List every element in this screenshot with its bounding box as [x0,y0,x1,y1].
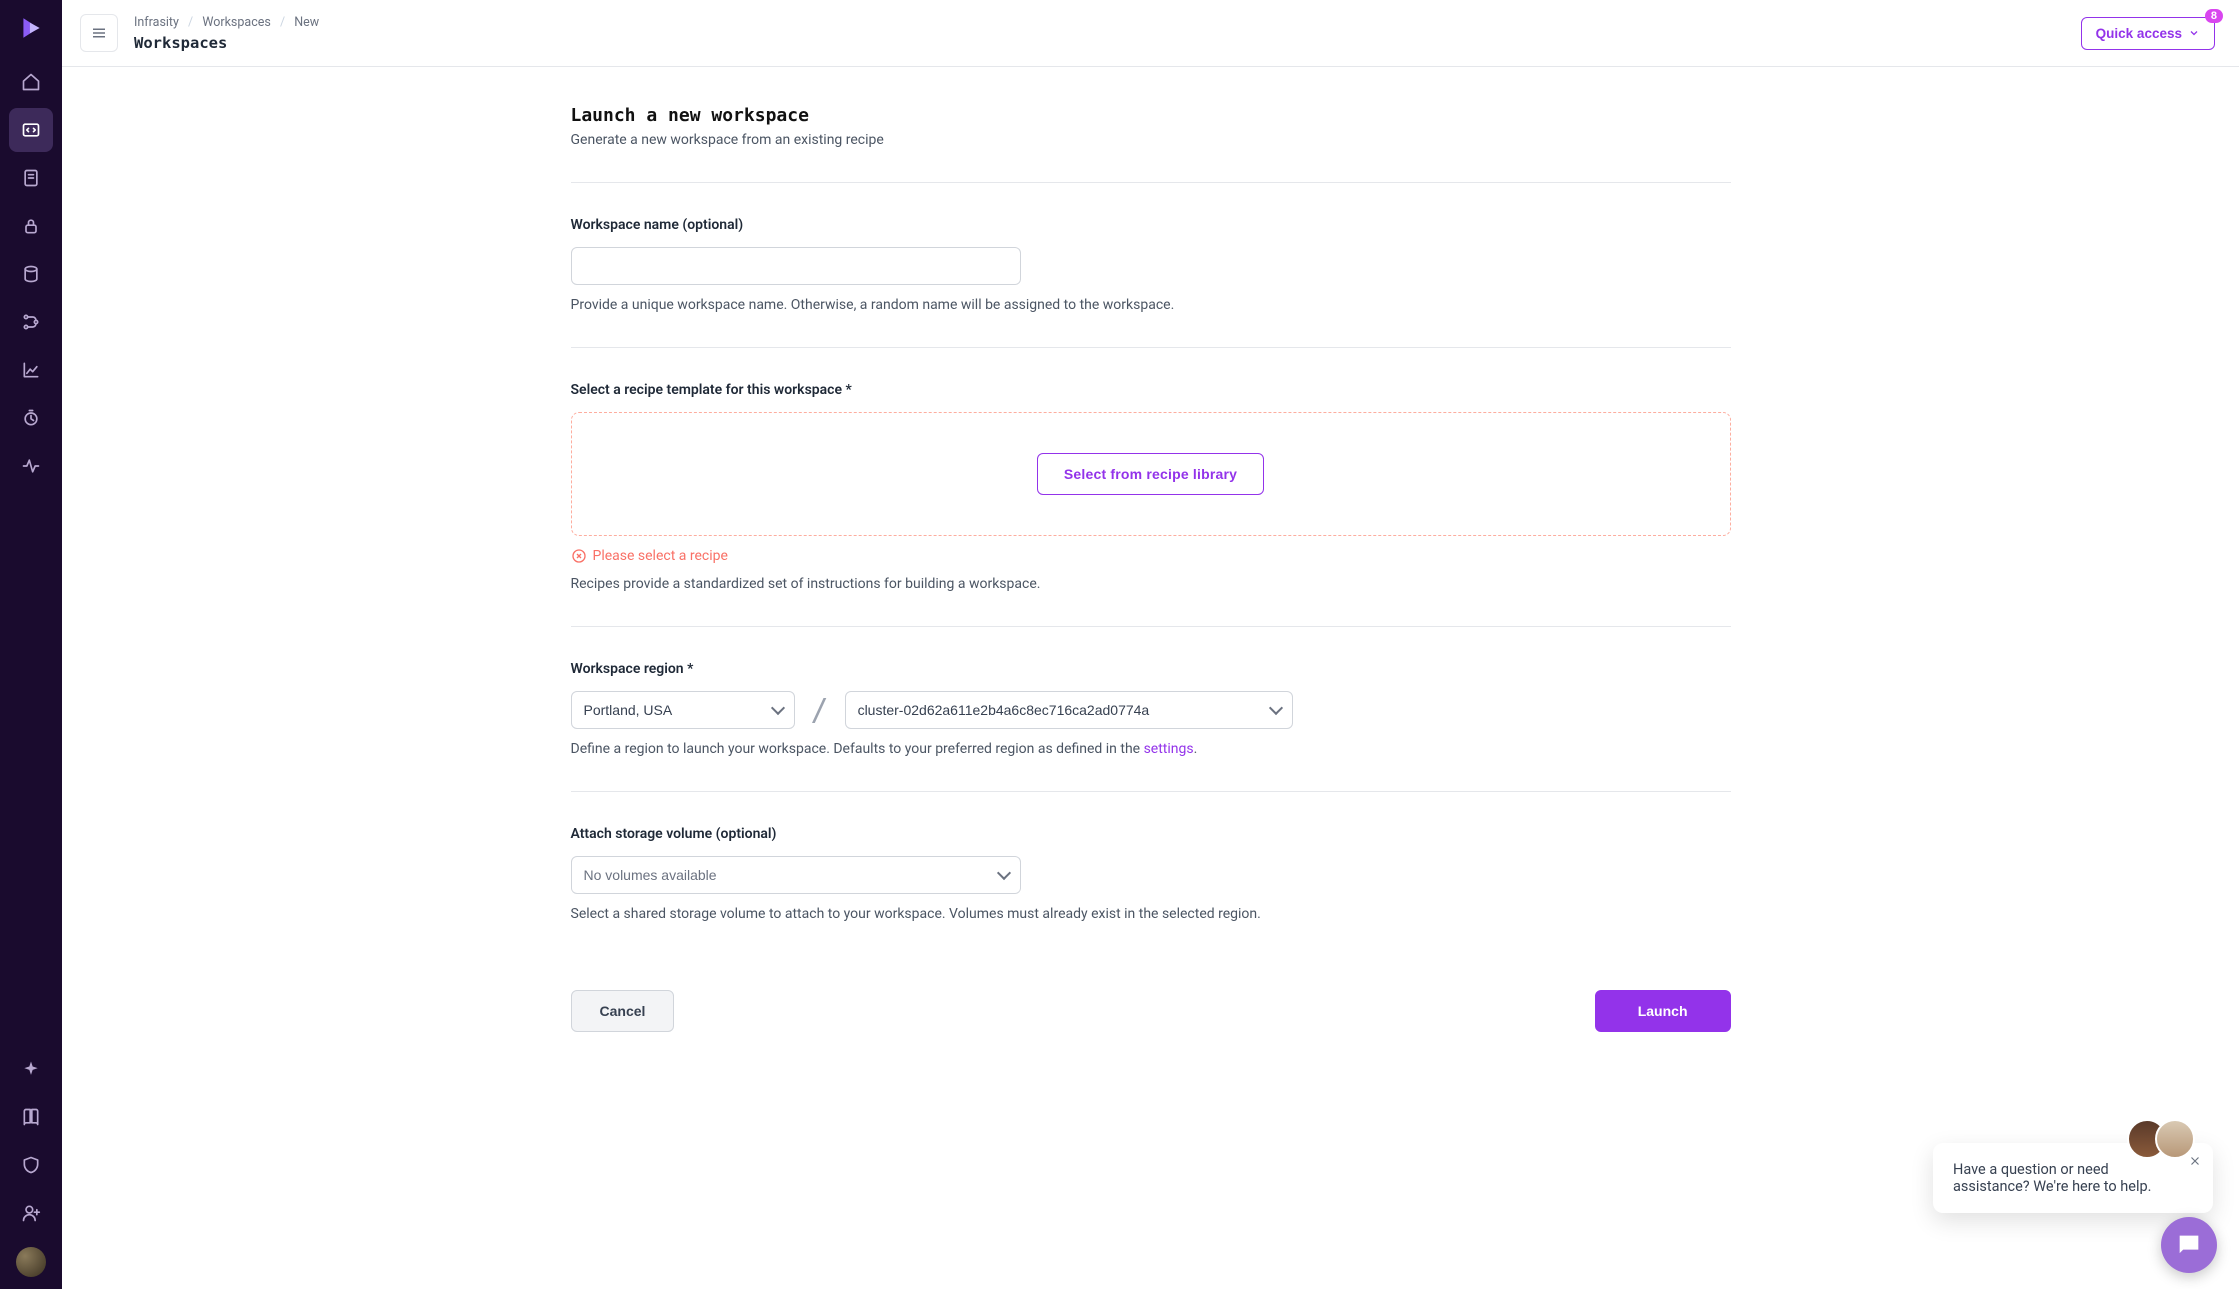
nav-docs[interactable] [9,1095,53,1139]
workspace-name-help: Provide a unique workspace name. Otherwi… [571,297,1731,313]
user-avatar[interactable] [16,1247,46,1277]
sidebar [0,0,62,1289]
region-separator: / [811,693,829,728]
error-icon [571,548,587,564]
region-label: Workspace region * [571,661,1731,677]
close-icon [2188,1154,2202,1168]
nav-analytics[interactable] [9,348,53,392]
chat-icon [2175,1231,2203,1259]
settings-link[interactable]: settings [1144,741,1194,757]
cluster-select[interactable]: cluster-02d62a611e2b4a6c8ec716ca2ad0774a [845,691,1293,729]
nav-activity[interactable] [9,444,53,488]
region-help: Define a region to launch your workspace… [571,741,1731,757]
form-subtitle: Generate a new workspace from an existin… [571,132,1731,148]
main: Infrasity / Workspaces / New Workspaces … [62,0,2239,1289]
nav-workspaces[interactable] [9,108,53,152]
workspace-name-label: Workspace name (optional) [571,217,1731,233]
chat-fab[interactable] [2161,1217,2217,1273]
nav-integrations[interactable] [9,300,53,344]
nav-recipes[interactable] [9,156,53,200]
region-select[interactable]: Portland, USA [571,691,795,729]
nav-security[interactable] [9,1143,53,1187]
quick-access-badge: 8 [2205,9,2223,23]
nav-secrets[interactable] [9,204,53,248]
nav-storage[interactable] [9,252,53,296]
cancel-button[interactable]: Cancel [571,990,675,1032]
breadcrumb: Infrasity / Workspaces / New [134,15,319,30]
recipe-help: Recipes provide a standardized set of in… [571,576,1731,592]
workspace-name-input[interactable] [571,247,1021,285]
page-title: Workspaces [134,34,319,52]
menu-icon [90,24,108,42]
volume-select[interactable]: No volumes available [571,856,1021,894]
topbar: Infrasity / Workspaces / New Workspaces … [62,0,2239,67]
chevron-down-icon [2188,27,2200,39]
nav-invite[interactable] [9,1191,53,1235]
recipe-label: Select a recipe template for this worksp… [571,382,1731,398]
recipe-dropzone: Select from recipe library [571,412,1731,536]
chat-bubble: Have a question or need assistance? We'r… [1933,1143,2213,1213]
quick-access-label: Quick access [2096,26,2182,41]
nav-home[interactable] [9,60,53,104]
breadcrumb-org[interactable]: Infrasity [134,15,179,30]
launch-button[interactable]: Launch [1595,990,1731,1032]
chat-text: Have a question or need assistance? We'r… [1953,1161,2151,1195]
quick-access-button[interactable]: Quick access 8 [2081,17,2215,50]
nav-scheduler[interactable] [9,396,53,440]
chat-close-button[interactable] [2185,1151,2205,1171]
logo[interactable] [15,12,47,44]
form-title: Launch a new workspace [571,105,1731,126]
breadcrumb-workspaces[interactable]: Workspaces [202,15,271,30]
select-recipe-button[interactable]: Select from recipe library [1037,453,1264,495]
volume-label: Attach storage volume (optional) [571,826,1731,842]
breadcrumb-current: New [294,15,319,30]
menu-toggle-button[interactable] [80,14,118,52]
volume-help: Select a shared storage volume to attach… [571,906,1731,922]
nav-ai[interactable] [9,1047,53,1091]
recipe-error: Please select a recipe [571,548,1731,564]
